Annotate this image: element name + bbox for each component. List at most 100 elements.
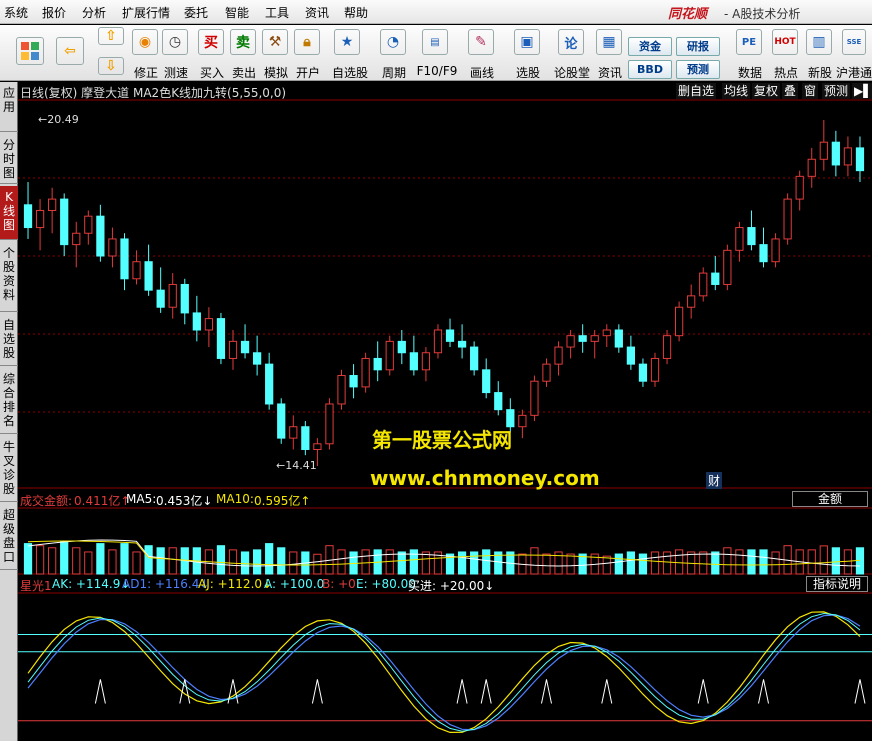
ma5-value: 0.453亿↓ — [156, 494, 213, 508]
price-high-value: 20.49 — [47, 113, 79, 126]
volume-bar — [699, 551, 708, 575]
sidebar-tab-watchlist[interactable]: 自选股 — [0, 314, 18, 366]
volume-value: 0.411亿↑ — [74, 494, 131, 508]
indicator-a: A: +100.0 — [264, 577, 325, 591]
volume-bar — [409, 549, 418, 575]
candle-body — [108, 238, 117, 257]
candle-body — [711, 272, 720, 285]
buy-signal-mark — [758, 679, 770, 704]
candle-body — [783, 198, 792, 240]
ma10-value: 0.595亿↑ — [254, 494, 311, 508]
candle-body — [771, 238, 780, 263]
buy-signal-mark — [697, 679, 709, 704]
remove-watchlist-button[interactable]: 删自选 — [676, 83, 717, 99]
buy-signal-mark — [456, 679, 468, 704]
volume-bar — [397, 551, 406, 575]
buy-signal-mark — [854, 679, 866, 704]
sidebar-tab-diagnosis[interactable]: 牛叉诊股 — [0, 436, 18, 502]
candle-body — [457, 340, 467, 348]
sidebar-tab-kline[interactable]: K线图 — [0, 186, 18, 240]
indicator-aj-line — [27, 611, 861, 734]
price-low-label: ←14.41 — [276, 459, 317, 472]
candle-body — [84, 215, 93, 234]
chart-area[interactable] — [18, 0, 872, 741]
indicator-help-button[interactable]: 指标说明 — [805, 576, 868, 592]
candle-body — [325, 403, 334, 445]
overlay-button[interactable]: 叠 — [782, 83, 799, 99]
volume-bar — [421, 551, 431, 575]
candle-body — [204, 318, 214, 331]
indicator-ad1: AD1: +116.4↓ — [122, 577, 210, 591]
candle-body — [168, 283, 177, 308]
volume-bar — [831, 547, 840, 575]
volume-bar — [144, 545, 153, 575]
volume-bar — [747, 549, 756, 575]
volume-bar — [252, 549, 262, 575]
window-button[interactable]: 窗 — [802, 83, 819, 99]
sidebar-tab-ranking[interactable]: 综合排名 — [0, 368, 18, 434]
candle-body — [831, 141, 840, 166]
volume-bar — [470, 551, 479, 575]
volume-bar — [819, 545, 828, 575]
sidebar-tab-apps[interactable]: 应用 — [0, 82, 18, 132]
candle-body — [614, 329, 623, 348]
candle-body — [373, 357, 382, 371]
buy-signal-mark — [311, 679, 323, 704]
finance-marker[interactable]: 财 — [706, 472, 723, 489]
buy-signal-mark — [540, 679, 552, 704]
sidebar-tab-intraday[interactable]: 分时图 — [0, 134, 18, 184]
amount-selector[interactable]: 金额 — [792, 491, 868, 507]
indicator-header: 星光1 AK: +114.9↓ AD1: +116.4↓ AJ: +112.0↓… — [18, 575, 872, 593]
candle-body — [60, 198, 69, 246]
volume-bar — [313, 553, 322, 575]
candle-body — [566, 335, 575, 348]
volume-bar — [723, 547, 732, 575]
candle-body — [445, 329, 455, 342]
expand-icon[interactable]: ▶▌ — [852, 83, 872, 99]
candle-body — [313, 443, 322, 450]
indicator-aj: AJ: +112.0↓ — [198, 577, 273, 591]
volume-bar — [735, 549, 744, 575]
watermark-title: 第一股票公式网 — [372, 428, 512, 452]
buy-signal-mark — [480, 679, 492, 704]
volume-name: 成交金额: — [20, 494, 73, 508]
candle-body — [216, 318, 226, 359]
candle-body — [144, 261, 153, 291]
predict-button[interactable]: 预测 — [822, 83, 851, 99]
candle-body — [48, 198, 57, 211]
left-sidebar: 应用 分时图 K线图 个股资料 自选股 综合排名 牛叉诊股 超级盘口 — [0, 82, 18, 741]
candle-body — [156, 289, 165, 308]
candle-body — [590, 335, 599, 342]
volume-bar — [457, 551, 467, 575]
volume-bar — [84, 551, 93, 575]
volume-bar — [156, 547, 165, 575]
candle-body — [470, 346, 479, 371]
volume-bar — [542, 553, 551, 575]
candle-body — [337, 375, 346, 405]
volume-ma10-line — [27, 540, 861, 566]
buy-signal-mark — [227, 679, 239, 704]
volume-bar — [337, 549, 346, 575]
candle-body — [687, 295, 696, 308]
volume-bar — [289, 551, 298, 575]
ma-toggle-button[interactable]: 均线 — [722, 83, 751, 99]
volume-bar — [711, 551, 720, 575]
adjust-button[interactable]: 复权 — [752, 83, 781, 99]
candle-body — [482, 369, 491, 394]
ma5-label: MA5: — [126, 492, 157, 506]
volume-bar — [566, 553, 575, 575]
sidebar-tab-stock-profile[interactable]: 个股资料 — [0, 242, 18, 312]
price-low-value: 14.41 — [285, 459, 317, 472]
volume-bar — [60, 541, 69, 575]
candle-body — [361, 357, 370, 388]
candle-body — [96, 215, 105, 257]
sidebar-tab-super-panel[interactable]: 超级盘口 — [0, 504, 18, 570]
candle-body — [855, 147, 865, 172]
candle-body — [433, 329, 443, 354]
volume-bar — [771, 551, 780, 575]
candle-body — [252, 352, 262, 365]
candle-body — [180, 283, 189, 314]
volume-bar — [108, 549, 117, 575]
candle-body — [494, 392, 503, 411]
volume-bar — [482, 549, 491, 575]
